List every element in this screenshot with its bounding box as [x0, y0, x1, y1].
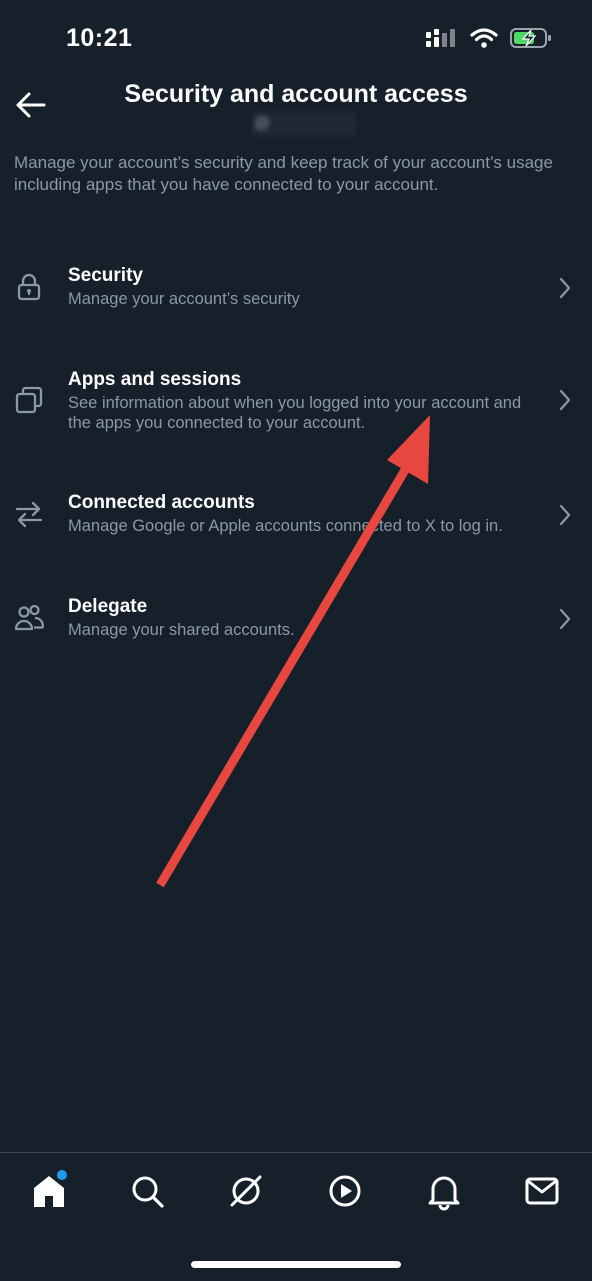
- home-indicator: [191, 1261, 401, 1268]
- menu-item-description: Manage your account’s security: [68, 290, 300, 308]
- menu-item-description: See information about when you logged in…: [68, 394, 522, 432]
- menu-item-label: Connected accounts: [68, 492, 255, 513]
- tab-search[interactable]: [127, 1171, 167, 1211]
- chevron-right-icon: [559, 504, 571, 526]
- tab-video[interactable]: [325, 1171, 365, 1211]
- menu-item-delegate[interactable]: Delegate Manage your shared accounts.: [0, 586, 592, 654]
- menu-item-apps-and-sessions[interactable]: Apps and sessions See information about …: [0, 359, 592, 441]
- apps-icon: [15, 386, 43, 414]
- wifi-icon: [470, 28, 498, 48]
- swap-arrows-icon: [15, 501, 43, 528]
- bell-icon: [428, 1176, 460, 1211]
- chevron-right-icon: [559, 389, 571, 411]
- tab-grok[interactable]: [226, 1171, 266, 1211]
- page-title: Security and account access: [124, 80, 468, 108]
- account-handle: @: [252, 112, 357, 136]
- people-icon: [14, 604, 44, 631]
- menu-item-description: Manage Google or Apple accounts connecte…: [68, 517, 503, 535]
- page-description: Manage your account’s security and keep …: [14, 153, 553, 194]
- grok-icon: [230, 1175, 262, 1207]
- tab-messages[interactable]: [522, 1171, 562, 1211]
- play-circle-icon: [329, 1175, 361, 1207]
- status-time: 10:21: [66, 24, 133, 52]
- notification-dot: [56, 1169, 68, 1181]
- cellular-signal-icon: [426, 29, 455, 47]
- menu-item-security[interactable]: Security Manage your account’s security: [0, 255, 592, 323]
- search-icon: [132, 1176, 164, 1208]
- menu-item-label: Apps and sessions: [68, 369, 242, 390]
- tab-notifications[interactable]: [424, 1171, 464, 1211]
- mail-icon: [525, 1177, 559, 1205]
- tab-home[interactable]: [29, 1169, 69, 1211]
- status-icons: [426, 27, 552, 49]
- menu-item-connected-accounts[interactable]: Connected accounts Manage Google or Appl…: [0, 482, 592, 550]
- menu-item-label: Security: [68, 265, 143, 286]
- lock-icon: [17, 273, 41, 301]
- menu-item-description: Manage your shared accounts.: [68, 621, 295, 639]
- chevron-right-icon: [559, 608, 571, 630]
- status-bar: 10:21: [0, 0, 592, 80]
- battery-charging-icon: [510, 28, 551, 48]
- menu-item-label: Delegate: [68, 596, 148, 617]
- chevron-right-icon: [559, 277, 571, 299]
